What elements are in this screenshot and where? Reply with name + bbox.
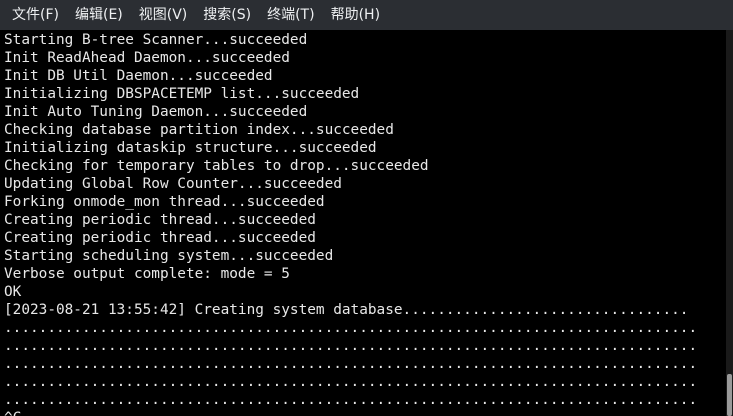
terminal-line: Updating Global Row Counter...succeeded: [4, 176, 342, 192]
terminal-line: Starting B-tree Scanner...succeeded: [4, 32, 308, 48]
terminal-line: Creating periodic thread...succeeded: [4, 230, 316, 246]
terminal-line: ........................................…: [4, 338, 698, 354]
terminal-line: OK: [4, 284, 22, 300]
terminal-line: Creating periodic thread...succeeded: [4, 212, 316, 228]
menu-search[interactable]: 搜索(S): [195, 0, 259, 30]
menu-file[interactable]: 文件(F): [4, 0, 67, 30]
terminal-line: Initializing dataskip structure...succee…: [4, 140, 377, 156]
terminal-line: Init Auto Tuning Daemon...succeeded: [4, 104, 308, 120]
scrollbar-thumb[interactable]: [727, 374, 732, 416]
terminal-line: ........................................…: [4, 356, 698, 372]
terminal-line: Initializing DBSPACETEMP list...succeede…: [4, 86, 360, 102]
terminal-line: ^C: [4, 409, 726, 416]
terminal-line: Checking database partition index...succ…: [4, 122, 394, 138]
terminal-line: Checking for temporary tables to drop...…: [4, 158, 429, 174]
terminal-line: ........................................…: [4, 320, 698, 336]
menu-bar: 文件(F) 编辑(E) 视图(V) 搜索(S) 终端(T) 帮助(H): [0, 0, 733, 30]
terminal-line: Forking onmode_mon thread...succeeded: [4, 194, 325, 210]
menu-view[interactable]: 视图(V): [131, 0, 196, 30]
menu-help[interactable]: 帮助(H): [323, 0, 388, 30]
terminal-output[interactable]: Starting B-tree Scanner...succeeded Init…: [0, 30, 726, 416]
terminal-line: Init ReadAhead Daemon...succeeded: [4, 50, 290, 66]
menu-edit[interactable]: 编辑(E): [67, 0, 131, 30]
terminal-line: ........................................…: [4, 374, 698, 390]
terminal-line: [2023-08-21 13:55:42] Creating system da…: [4, 302, 689, 318]
terminal-line: Init DB Util Daemon...succeeded: [4, 68, 273, 84]
terminal-line: ........................................…: [4, 392, 698, 408]
menu-terminal[interactable]: 终端(T): [259, 0, 322, 30]
terminal-line: Verbose output complete: mode = 5: [4, 266, 290, 282]
terminal-line: Starting scheduling system...succeeded: [4, 248, 334, 264]
terminal-scrollbar[interactable]: [726, 30, 733, 416]
